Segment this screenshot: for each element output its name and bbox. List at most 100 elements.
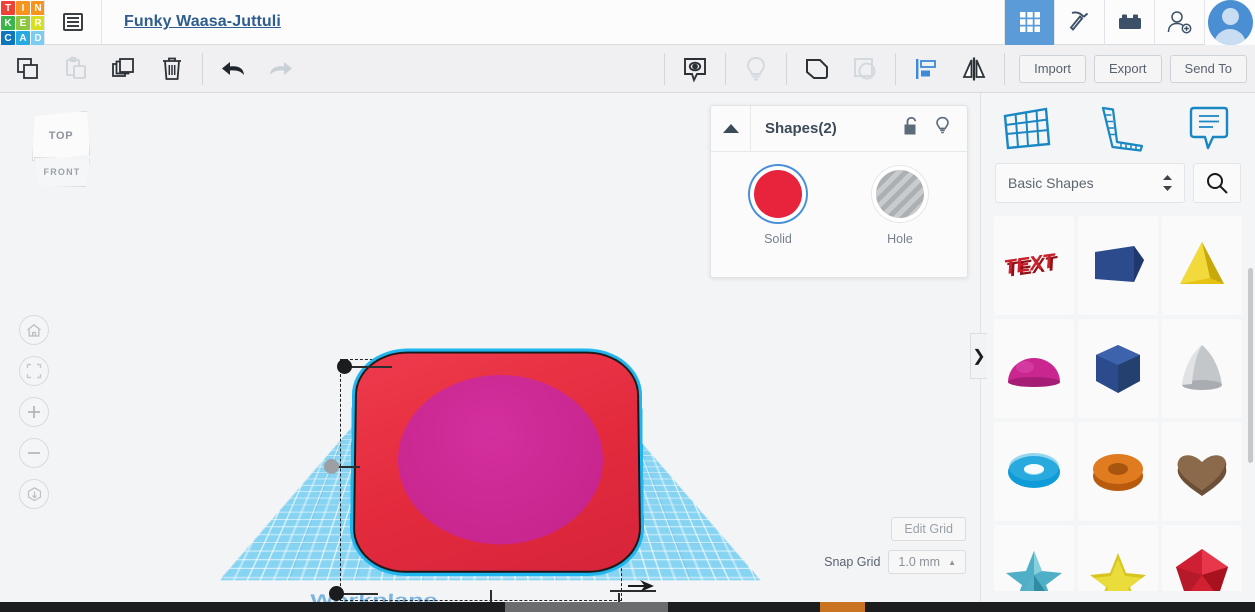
menu-list-icon[interactable]	[45, 0, 101, 45]
shape-type-swatches: Solid Hole	[711, 152, 967, 246]
snap-grid-label: Snap Grid	[824, 555, 881, 569]
pyramid-shape[interactable]	[1162, 216, 1242, 315]
divider	[1004, 52, 1006, 85]
top-right-actions	[1004, 0, 1255, 45]
import-button[interactable]: Import	[1019, 54, 1086, 83]
duplicate-icon[interactable]	[100, 45, 148, 93]
blocks-icon[interactable]	[1104, 0, 1154, 45]
handle-leader-line	[348, 366, 392, 368]
mirror-icon[interactable]	[950, 45, 998, 93]
tinkercad-app: TINKERCAD Funky Waasa-Juttuli Import Exp…	[0, 0, 1255, 612]
redo-icon	[257, 45, 305, 93]
collapse-panel-button[interactable]	[711, 105, 751, 152]
divider	[664, 52, 666, 85]
cylinder-shape[interactable]	[397, 375, 604, 545]
lightbulb-icon	[732, 45, 780, 93]
logo-tile-t: T	[1, 1, 15, 15]
divider	[786, 52, 788, 85]
export-button[interactable]: Export	[1093, 54, 1162, 83]
lightbulb-icon[interactable]	[934, 116, 951, 141]
solid-color-circle[interactable]	[754, 170, 802, 218]
logo-tile-d: D	[31, 31, 45, 45]
zoom-out-icon[interactable]	[19, 438, 49, 468]
shape-library-grid[interactable]: TEXT TEXT TEXT	[981, 216, 1255, 591]
edit-toolbar: Import Export Send To	[0, 45, 1255, 93]
logo-tile-i: I	[16, 1, 30, 15]
polyhedron-shape[interactable]	[1162, 525, 1242, 591]
library-scrollbar[interactable]	[1248, 268, 1253, 463]
solid-swatch[interactable]: Solid	[742, 170, 814, 246]
visibility-eye-icon[interactable]	[671, 45, 719, 93]
taskbar-highlight	[820, 602, 865, 612]
avatar[interactable]	[1204, 0, 1255, 45]
delete-trash-icon[interactable]	[148, 45, 196, 93]
category-value: Basic Shapes	[1008, 175, 1094, 191]
ungroup-icon	[841, 45, 889, 93]
resize-handle[interactable]	[337, 359, 352, 374]
shapes-panel-title: Shapes(2)	[765, 120, 837, 137]
snap-grid-select[interactable]: 1.0 mm ▲	[888, 550, 966, 574]
gallery-grid-icon[interactable]	[1004, 0, 1054, 45]
paraboloid-shape[interactable]	[1162, 319, 1242, 418]
hole-pattern-circle[interactable]	[876, 170, 924, 218]
divider	[101, 0, 102, 45]
top-bar: TIN KER CAD Funky Waasa-Juttuli	[0, 0, 1255, 45]
star-3d-shape[interactable]	[994, 525, 1074, 591]
text-shape[interactable]: TEXT TEXT TEXT	[994, 216, 1074, 315]
home-view-icon[interactable]	[19, 315, 49, 345]
view-cube-front-face[interactable]: FRONT	[34, 157, 90, 187]
view-navigation-buttons	[19, 315, 49, 509]
logo-tile-k: K	[1, 16, 15, 30]
resize-handle[interactable]	[329, 586, 344, 601]
category-select[interactable]: Basic Shapes	[995, 163, 1185, 203]
snap-grid-row: Snap Grid 1.0 mm ▲	[824, 550, 966, 574]
box-shape[interactable]	[1078, 216, 1158, 315]
torus-shape[interactable]	[994, 422, 1074, 521]
unlock-icon[interactable]	[903, 116, 920, 141]
caret-up-icon: ▲	[948, 557, 956, 567]
group-icon[interactable]	[793, 45, 841, 93]
rounded-box-shape[interactable]	[352, 351, 642, 573]
view-cube[interactable]: TOP FRONT	[25, 111, 100, 189]
copy-icon[interactable]	[4, 45, 52, 93]
edit-grid-button[interactable]: Edit Grid	[891, 517, 966, 541]
grid-controls: Edit Grid Snap Grid 1.0 mm ▲	[824, 517, 966, 574]
rotate-handle[interactable]	[628, 580, 654, 593]
logo-tile-c: C	[1, 31, 15, 45]
bottom-status-strip	[0, 602, 1255, 612]
add-person-icon[interactable]	[1154, 0, 1204, 45]
panel-collapse-handle[interactable]: ❯	[970, 333, 987, 379]
hexagonal-prism-shape[interactable]	[1078, 319, 1158, 418]
tinker-hammer-icon[interactable]	[1054, 0, 1104, 45]
hole-swatch[interactable]: Hole	[864, 170, 936, 246]
logo-tile-e: E	[16, 16, 30, 30]
notes-tool-icon[interactable]	[1164, 93, 1255, 163]
align-icon[interactable]	[902, 45, 950, 93]
fit-to-view-icon[interactable]	[19, 356, 49, 386]
divider	[725, 52, 727, 85]
half-sphere-shape[interactable]	[994, 319, 1074, 418]
horizontal-scrollbar-thumb[interactable]	[505, 602, 668, 612]
workplane-tool-icon[interactable]	[981, 93, 1072, 163]
star-flat-shape[interactable]	[1078, 525, 1158, 591]
document-title[interactable]: Funky Waasa-Juttuli	[124, 13, 281, 31]
send-to-button[interactable]: Send To	[1169, 54, 1247, 83]
shapes-panel-icons	[903, 116, 967, 141]
zoom-in-icon[interactable]	[19, 397, 49, 427]
list-menu-icon	[63, 13, 83, 31]
logo-tile-r: R	[31, 16, 45, 30]
ruler-tool-icon[interactable]	[1072, 93, 1163, 163]
shapes-properties-panel: Shapes(2) Solid Hole	[710, 105, 968, 278]
shapes-panel-header: Shapes(2)	[711, 105, 967, 152]
tinkercad-logo[interactable]: TIN KER CAD	[0, 0, 45, 45]
chevron-updown-icon	[1163, 175, 1172, 191]
view-cube-top-face[interactable]: TOP	[32, 111, 90, 161]
divider	[895, 52, 897, 85]
heart-shape[interactable]	[1162, 422, 1242, 521]
workplane-area[interactable]: Workplane	[280, 318, 700, 612]
undo-icon[interactable]	[209, 45, 257, 93]
height-handle[interactable]	[324, 459, 339, 474]
tube-shape[interactable]	[1078, 422, 1158, 521]
search-button[interactable]	[1193, 163, 1241, 203]
ortho-perspective-icon[interactable]	[19, 479, 49, 509]
